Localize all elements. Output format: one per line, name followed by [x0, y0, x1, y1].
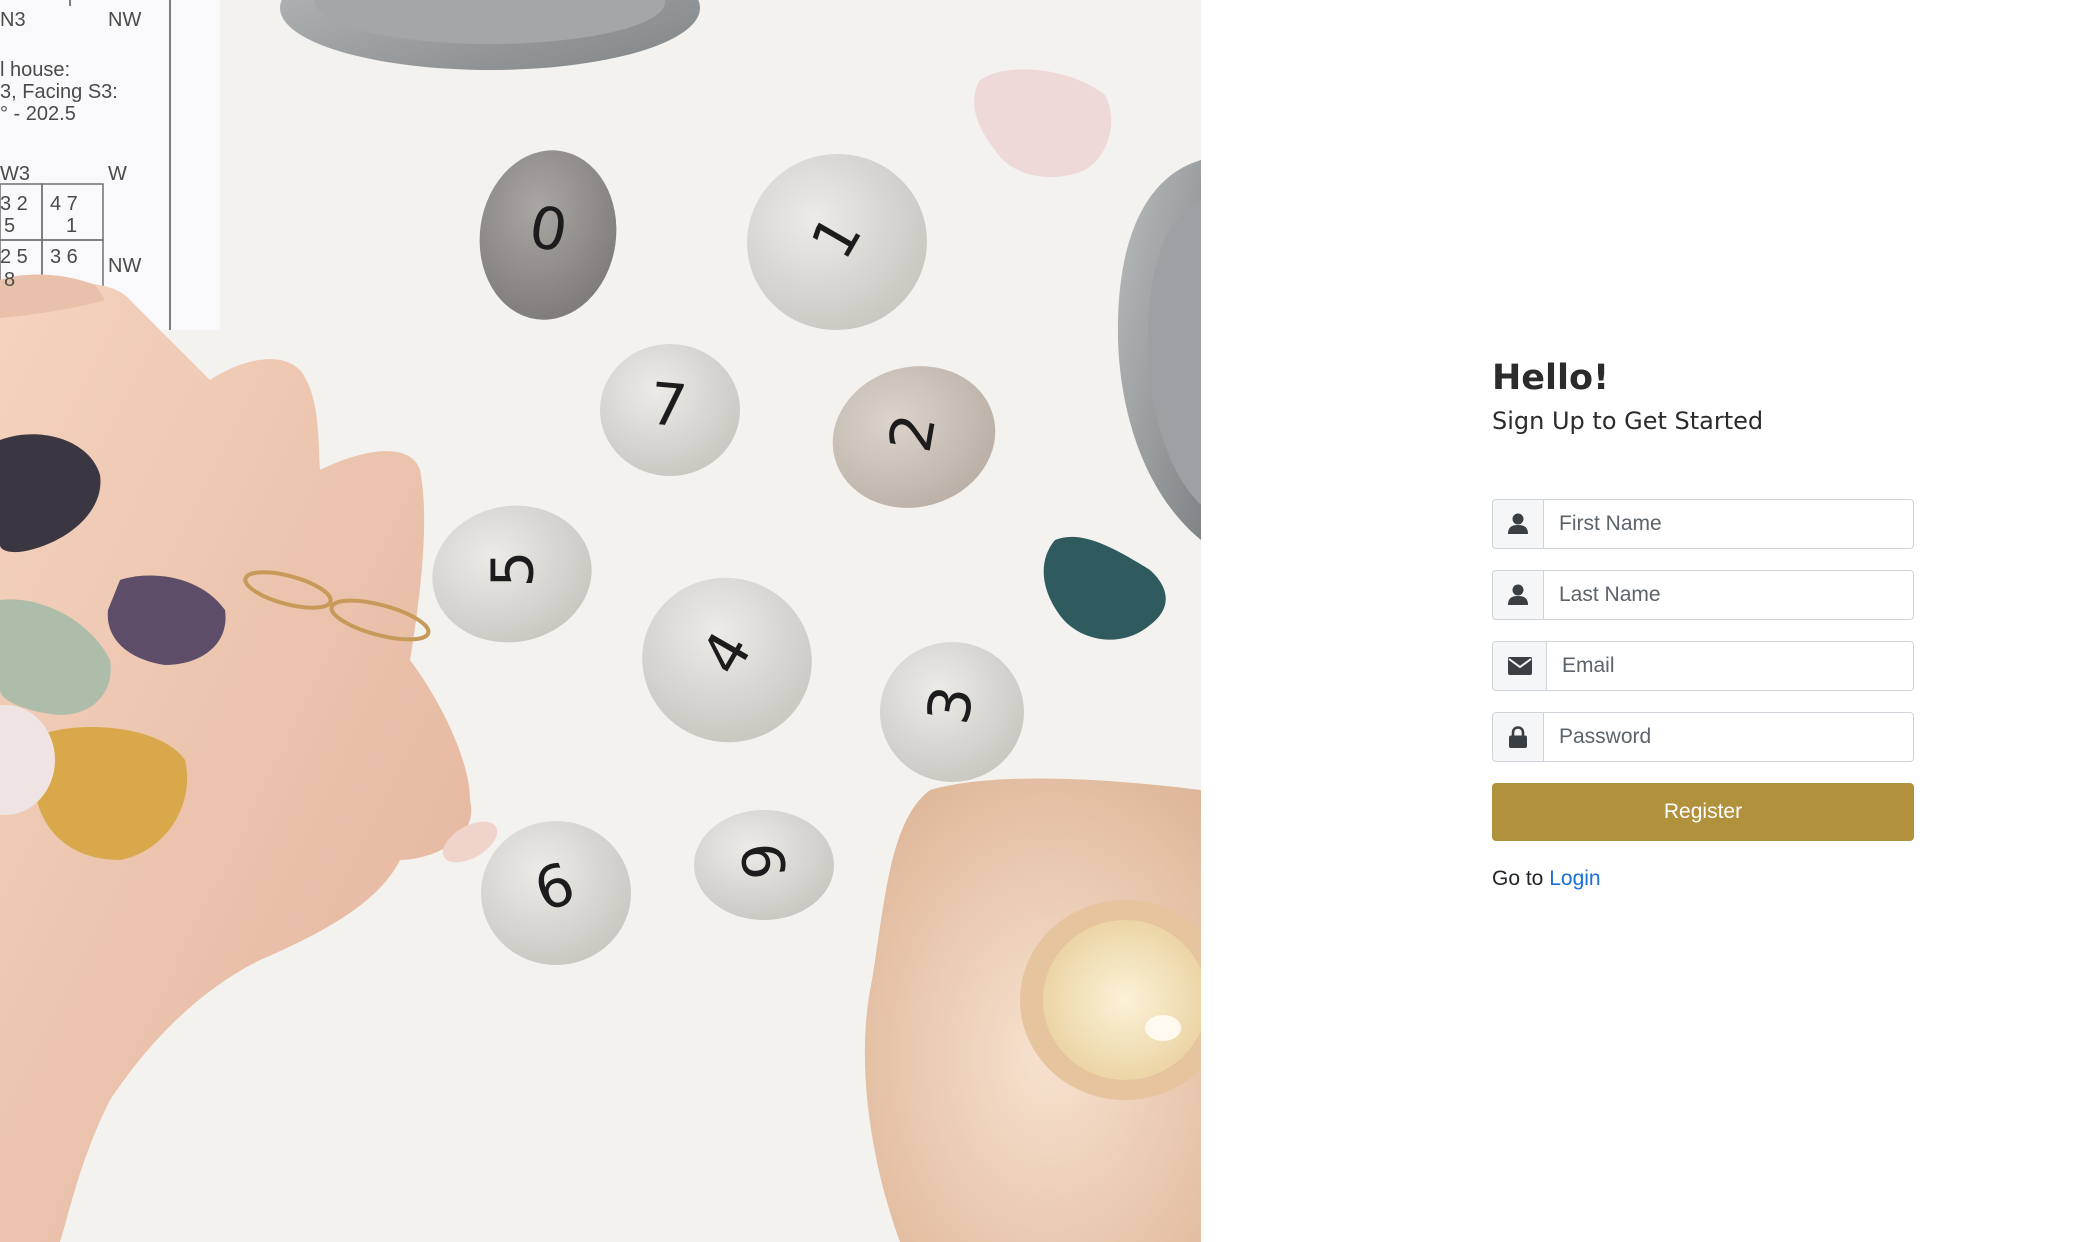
- stone-digit-9: 9: [728, 839, 800, 883]
- email-group: [1492, 641, 1914, 691]
- stone-digit-5: 5: [478, 550, 547, 588]
- envelope-icon: [1492, 641, 1546, 691]
- last-name-group: [1492, 570, 1914, 620]
- first-name-group: [1492, 499, 1914, 549]
- password-group: [1492, 712, 1914, 762]
- paper-grid-f: 8: [4, 269, 16, 291]
- user-icon: [1492, 570, 1543, 620]
- form-fields: [1492, 499, 1914, 762]
- paper-label-house: l house:: [0, 59, 71, 81]
- hero-photo-illustration: [0, 0, 1201, 1242]
- login-link[interactable]: Login: [1549, 867, 1600, 890]
- paper-label-nw-top: NW: [108, 9, 142, 31]
- greeting-heading: Hello!: [1492, 358, 1610, 398]
- signup-subtitle: Sign Up to Get Started: [1492, 407, 1764, 435]
- user-icon: [1492, 499, 1543, 549]
- paper-label-n3: N3: [0, 9, 26, 31]
- paper-grid-g: 3 6: [50, 246, 78, 268]
- paper-label-facing: 3, Facing S3:: [0, 81, 118, 103]
- email-input[interactable]: [1546, 641, 1914, 691]
- paper-label-degrees: ° - 202.5: [0, 103, 76, 125]
- paper-label-nw-bottom: NW: [108, 255, 142, 277]
- hero-image: N3 NW l house: 3, Facing S3: ° - 202.5 W…: [0, 0, 1201, 1242]
- last-name-input[interactable]: [1543, 570, 1914, 620]
- paper-grid-b: 5: [4, 215, 16, 237]
- form-panel: Hello! Sign Up to Get Started First Name…: [1201, 0, 2098, 1242]
- login-prompt: Go to Login: [1492, 867, 1914, 891]
- signup-form: Hello! Sign Up to Get Started First Name…: [1492, 356, 1914, 891]
- lock-icon: [1492, 712, 1543, 762]
- paper-grid-e: 2 5: [0, 246, 28, 268]
- login-prefix-text: Go to: [1492, 867, 1544, 890]
- signup-page: N3 NW l house: 3, Facing S3: ° - 202.5 W…: [0, 0, 2098, 1242]
- paper-label-w3: W3: [0, 163, 30, 185]
- first-name-input[interactable]: [1543, 499, 1914, 549]
- paper-grid-a: 3 2: [0, 193, 28, 215]
- register-button[interactable]: Register: [1492, 783, 1914, 841]
- password-input[interactable]: [1543, 712, 1914, 762]
- paper-grid-d: 1: [66, 215, 78, 237]
- paper-label-w: W: [108, 163, 127, 185]
- paper-grid-c: 4 7: [50, 193, 78, 215]
- stone-digit-7: 7: [647, 369, 690, 441]
